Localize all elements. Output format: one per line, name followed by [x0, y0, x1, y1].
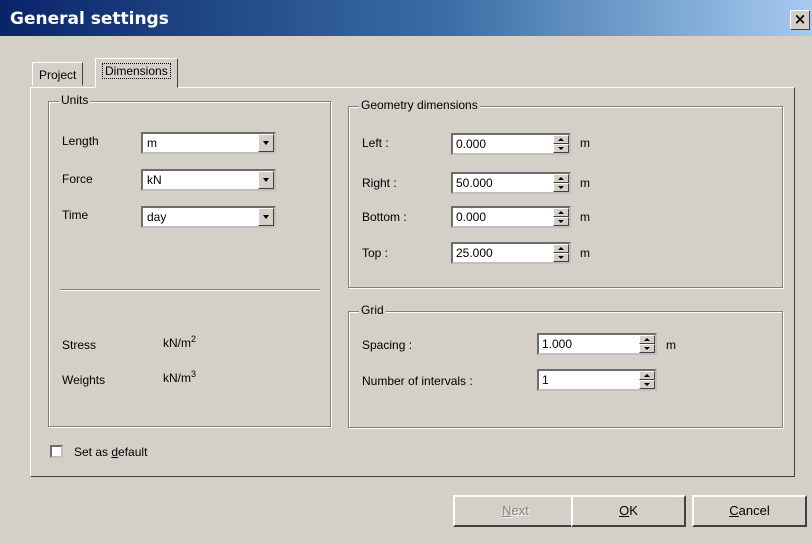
- weights-label: Weights: [62, 373, 106, 387]
- stress-unit: kN/m2: [163, 334, 197, 350]
- bottom-spinner[interactable]: 0.000: [451, 206, 571, 228]
- spin-up-icon[interactable]: [553, 208, 569, 217]
- intervals-label: Number of intervals :: [362, 374, 473, 388]
- tab-project[interactable]: Project: [32, 62, 84, 86]
- top-unit: m: [580, 246, 590, 260]
- force-value: kN: [147, 173, 162, 187]
- force-select[interactable]: kN: [141, 169, 276, 191]
- force-label: Force: [62, 172, 93, 186]
- time-value: day: [147, 210, 167, 224]
- spin-down-icon[interactable]: [553, 144, 569, 153]
- ok-button[interactable]: OK: [571, 495, 686, 527]
- length-value: m: [147, 136, 157, 150]
- top-value: 25.000: [456, 246, 493, 260]
- chevron-down-icon[interactable]: [258, 208, 274, 226]
- right-value: 50.000: [456, 176, 493, 190]
- bottom-value: 0.000: [456, 210, 487, 224]
- spacing-label: Spacing :: [362, 338, 413, 352]
- units-legend: Units: [59, 93, 91, 107]
- bottom-unit: m: [580, 210, 590, 224]
- time-select[interactable]: day: [141, 206, 276, 228]
- weights-unit: kN/m3: [163, 369, 197, 385]
- next-button[interactable]: Next: [453, 495, 578, 527]
- spin-up-icon[interactable]: [639, 371, 655, 380]
- spin-up-icon[interactable]: [639, 335, 655, 344]
- geometry-legend: Geometry dimensions: [359, 98, 480, 112]
- intervals-value: 1: [542, 373, 549, 387]
- spacing-spinner[interactable]: 1.000: [537, 333, 657, 355]
- spin-down-icon[interactable]: [639, 380, 655, 389]
- spacing-unit: m: [666, 338, 676, 352]
- length-label: Length: [62, 134, 99, 148]
- set-as-default-checkbox[interactable]: [50, 445, 63, 458]
- spin-down-icon[interactable]: [553, 253, 569, 262]
- chevron-down-icon[interactable]: [258, 171, 274, 189]
- top-label: Top :: [362, 246, 389, 260]
- bottom-label: Bottom :: [362, 210, 407, 224]
- grid-legend: Grid: [359, 303, 386, 317]
- chevron-down-icon[interactable]: [258, 134, 274, 152]
- tab-dimensions[interactable]: Dimensions: [95, 58, 178, 88]
- tab-project-label: Project: [39, 68, 77, 82]
- spin-up-icon[interactable]: [553, 244, 569, 253]
- cancel-button[interactable]: Cancel: [692, 495, 807, 527]
- left-value: 0.000: [456, 137, 487, 151]
- spin-up-icon[interactable]: [553, 135, 569, 144]
- spacing-value: 1.000: [542, 337, 573, 351]
- time-label: Time: [62, 208, 89, 222]
- right-unit: m: [580, 176, 590, 190]
- units-separator: [60, 289, 320, 291]
- spin-down-icon[interactable]: [553, 183, 569, 192]
- left-label: Left :: [362, 136, 389, 150]
- tab-dimensions-label: Dimensions: [102, 63, 171, 79]
- title-bar: General settings ×: [0, 0, 812, 36]
- close-button[interactable]: ×: [790, 10, 810, 30]
- set-as-default-label[interactable]: Set as default: [74, 445, 147, 459]
- stress-label: Stress: [62, 338, 97, 352]
- top-spinner[interactable]: 25.000: [451, 242, 571, 264]
- right-label: Right :: [362, 176, 397, 190]
- spin-down-icon[interactable]: [639, 344, 655, 353]
- left-spinner[interactable]: 0.000: [451, 133, 571, 155]
- right-spinner[interactable]: 50.000: [451, 172, 571, 194]
- intervals-spinner[interactable]: 1: [537, 369, 657, 391]
- window-title: General settings: [10, 9, 169, 29]
- length-select[interactable]: m: [141, 132, 276, 154]
- left-unit: m: [580, 136, 590, 150]
- close-icon: ×: [793, 10, 807, 28]
- spin-up-icon[interactable]: [553, 174, 569, 183]
- spin-down-icon[interactable]: [553, 217, 569, 226]
